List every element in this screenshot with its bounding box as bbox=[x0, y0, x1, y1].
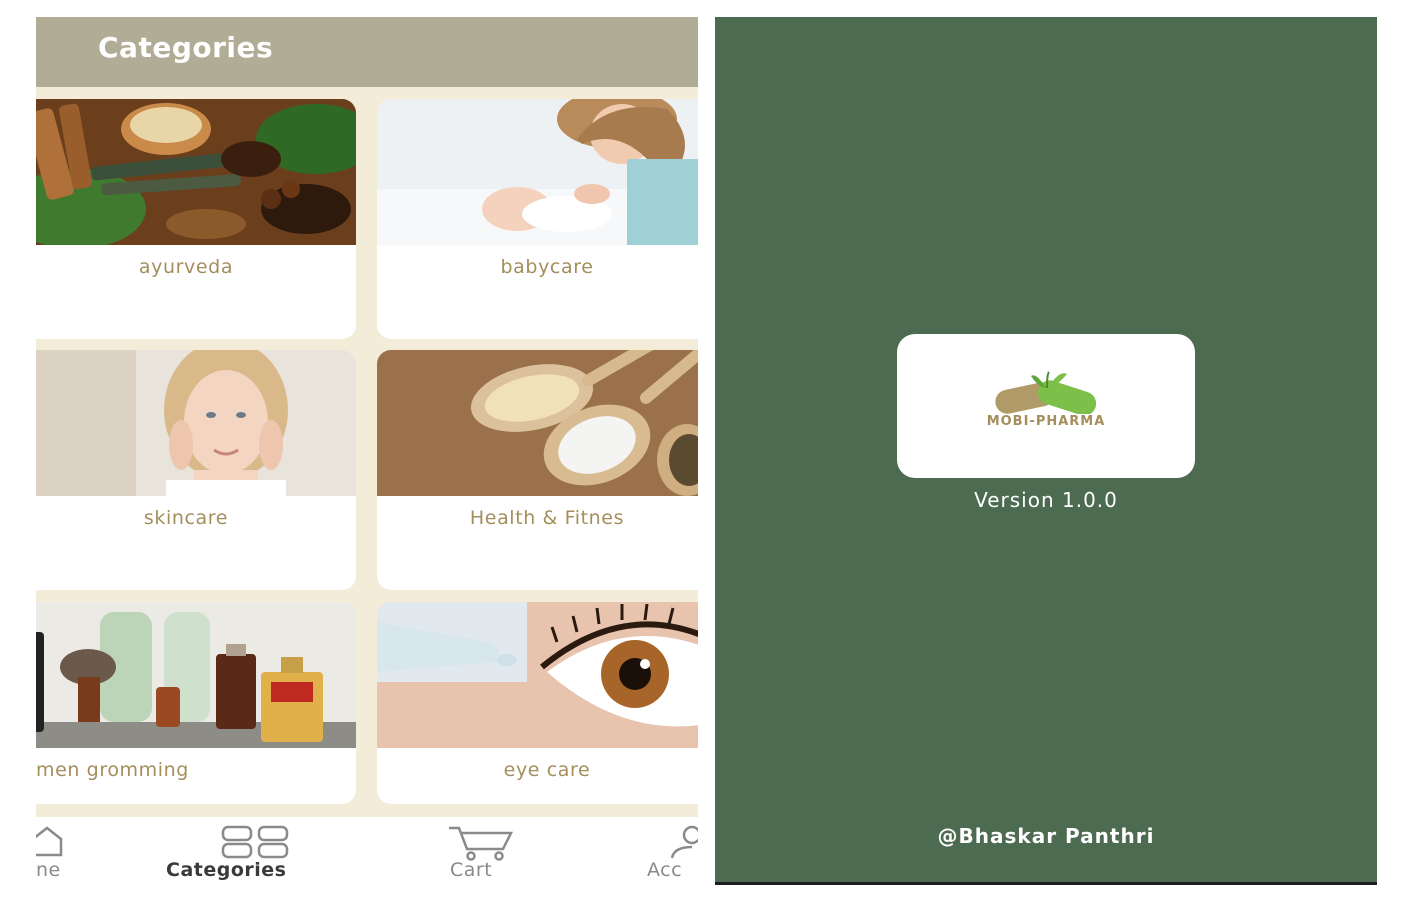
nav-item-home[interactable]: ne bbox=[36, 817, 96, 885]
category-card-ayurveda[interactable]: ayurveda bbox=[36, 99, 356, 339]
bottom-navigation: ne Categories Cart Acc bbox=[36, 817, 698, 885]
nav-item-account[interactable]: Acc bbox=[644, 817, 698, 885]
version-text: Version 1.0.0 bbox=[974, 488, 1118, 512]
app-bar: Categories bbox=[36, 17, 698, 87]
nav-item-categories[interactable]: Categories bbox=[164, 817, 344, 885]
logo-text: MOBI-PHARMA bbox=[986, 414, 1106, 429]
category-label: men gromming bbox=[36, 759, 189, 781]
home-icon bbox=[36, 825, 64, 861]
skincare-image bbox=[36, 350, 356, 496]
category-card-health-fitness[interactable]: Health & Fitnes bbox=[377, 350, 698, 590]
category-card-skincare[interactable]: skincare bbox=[36, 350, 356, 590]
health-fitness-image bbox=[377, 350, 698, 496]
eye-care-image bbox=[377, 602, 698, 748]
category-label: eye care bbox=[503, 759, 591, 781]
nav-label: ne bbox=[36, 859, 61, 881]
category-card-babycare[interactable]: babycare bbox=[377, 99, 698, 339]
category-card-men-grooming[interactable]: men gromming bbox=[36, 602, 356, 804]
nav-label: Acc bbox=[647, 859, 683, 881]
splash-screen: MOBI-PHARMA Version 1.0.0 @Bhaskar Panth… bbox=[715, 17, 1377, 885]
account-icon bbox=[668, 825, 698, 863]
app-logo: MOBI-PHARMA bbox=[897, 334, 1195, 478]
ayurveda-image bbox=[36, 99, 356, 245]
author-credit: @Bhaskar Panthri bbox=[937, 824, 1155, 848]
page-title: Categories bbox=[98, 31, 274, 64]
category-label: Health & Fitnes bbox=[469, 507, 625, 529]
capsule-leaf-icon bbox=[991, 370, 1101, 418]
nav-label: Cart bbox=[450, 859, 493, 881]
category-card-eye-care[interactable]: eye care bbox=[377, 602, 698, 804]
category-label: ayurveda bbox=[138, 256, 234, 278]
men-grooming-image bbox=[36, 602, 356, 748]
category-label: skincare bbox=[143, 507, 229, 529]
nav-item-cart[interactable]: Cart bbox=[441, 817, 531, 885]
nav-label: Categories bbox=[166, 859, 287, 881]
grid-icon bbox=[220, 825, 290, 863]
categories-screen: Categories ayurveda babycare skincare He… bbox=[36, 17, 698, 885]
babycare-image bbox=[377, 99, 698, 245]
category-label: babycare bbox=[500, 256, 594, 278]
